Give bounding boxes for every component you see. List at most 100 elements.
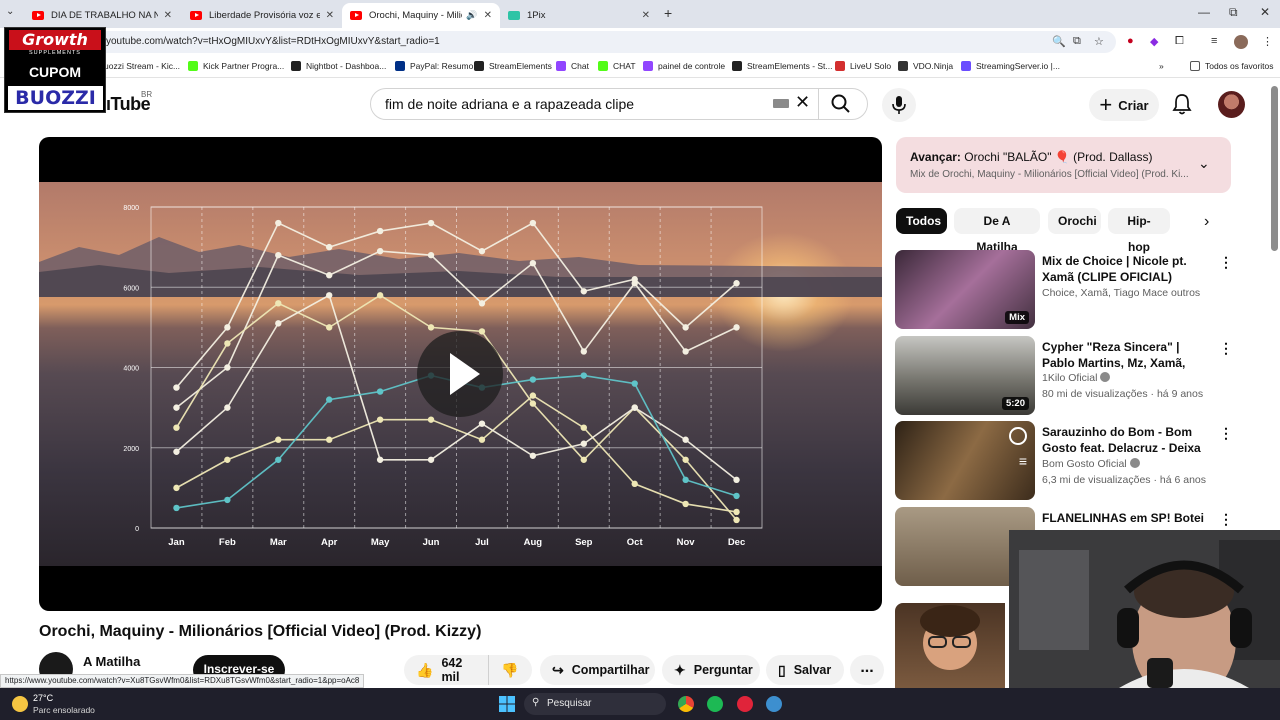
close-tab-icon[interactable]: ✕ <box>642 10 650 21</box>
weather-description[interactable]: Parc ensolarado <box>33 705 95 715</box>
search-input[interactable]: fim de noite adriana e a rapazeada clipe… <box>370 88 868 120</box>
video-thumbnail[interactable]: ≡ <box>895 421 1035 500</box>
more-actions-button[interactable]: ... <box>850 655 884 685</box>
chevron-right-icon[interactable]: › <box>1204 213 1209 231</box>
browser-tab-2[interactable]: Liberdade Provisória voz e violã ✕ <box>182 3 342 28</box>
chevron-down-icon[interactable]: ⌄ <box>1198 155 1210 172</box>
bookmark-item[interactable]: LiveU Solo <box>835 61 891 71</box>
weather-temperature[interactable]: 27°C <box>33 693 53 703</box>
duration-badge: 5:20 <box>1001 397 1029 410</box>
up-next-video: Orochi "BALÃO" 🎈 (Prod. Dallass) <box>964 150 1153 164</box>
page-scrollbar[interactable] <box>1271 86 1278 251</box>
chart-data-point <box>173 424 180 431</box>
chrome-app-icon[interactable] <box>678 696 694 712</box>
chip-de-a-matilha[interactable]: De A Matilha <box>954 208 1040 254</box>
create-button[interactable]: + Criar <box>1089 89 1159 121</box>
bookmark-item[interactable]: Chat <box>556 61 589 71</box>
bookmark-item[interactable]: painel de controle <box>643 61 725 71</box>
bookmark-item[interactable]: VDO.Ninja <box>898 61 953 71</box>
bookmark-item[interactable]: uozzi Stream - Kic... <box>104 61 180 71</box>
chart-data-point <box>682 500 689 508</box>
kebab-menu-icon[interactable]: ⋮ <box>1219 254 1233 271</box>
tab-search-icon[interactable]: ⌄ <box>6 6 14 17</box>
recommendation-item[interactable]: Mix Mix de Choice | Nicole pt. Xamã (CLI… <box>895 250 1235 330</box>
recommendation-item[interactable]: ≡ Sarauzinho do Bom - Bom Gosto feat. De… <box>895 421 1235 501</box>
close-tab-icon[interactable]: ✕ <box>326 10 334 21</box>
tab-list-icon[interactable]: ≡ <box>1211 35 1217 47</box>
bookmark-item[interactable]: Nightbot - Dashboa... <box>291 61 386 71</box>
notifications-bell-icon[interactable] <box>1172 93 1192 115</box>
play-button[interactable] <box>417 331 503 417</box>
close-tab-icon[interactable]: ✕ <box>164 10 172 21</box>
recommendation-channel: 1Kilo Oficial <box>1042 372 1111 384</box>
browser-tab-1[interactable]: DIA DE TRABALHO NA NOSSA ✕ <box>24 3 180 28</box>
search-icon[interactable] <box>831 94 851 114</box>
watch-later-icon[interactable] <box>1009 427 1027 445</box>
add-to-queue-icon[interactable]: ≡ <box>1019 453 1027 469</box>
extension-purple-icon[interactable]: ◆ <box>1150 35 1158 48</box>
kebab-menu-icon[interactable]: ⋮ <box>1219 511 1233 528</box>
bookmark-item[interactable]: StreamElements - St... <box>732 61 833 71</box>
new-tab-icon[interactable]: + <box>664 5 672 21</box>
windows-taskbar: 27°C Parc ensolarado ⚲ Pesquisar <box>0 688 1280 720</box>
recommendation-item[interactable]: 5:20 Cypher "Reza Sincera" | Pablo Marti… <box>895 336 1235 416</box>
share-button[interactable]: ↪ Compartilhar <box>540 655 655 685</box>
chip-hip-hop[interactable]: Hip-hop <box>1108 208 1170 254</box>
browser-tab-4[interactable]: 1Pix ✕ <box>500 3 658 28</box>
obs-app-icon[interactable] <box>737 696 753 712</box>
chart-data-point <box>427 416 435 423</box>
extension-red-icon[interactable]: ● <box>1127 35 1134 47</box>
install-icon[interactable]: ⧉ <box>1073 35 1081 48</box>
close-tab-icon[interactable]: ✕ <box>484 10 492 21</box>
extensions-puzzle-icon[interactable]: ⧠ <box>1175 35 1184 48</box>
chip-orochi[interactable]: Orochi <box>1048 208 1101 234</box>
clear-search-icon[interactable]: ✕ <box>795 92 810 113</box>
video-thumbnail[interactable]: 5:20 <box>895 336 1035 415</box>
taskbar-search-field[interactable]: ⚲ Pesquisar <box>524 693 666 715</box>
bookmarks-overflow-icon[interactable]: » <box>1159 61 1164 71</box>
video-player[interactable]: 0 2000 4000 6000 8000 Jan Feb Mar Apr May Jun Jul Au… <box>39 137 882 611</box>
keyboard-icon[interactable] <box>773 99 789 108</box>
video-thumbnail[interactable]: Mix <box>895 250 1035 329</box>
kebab-menu-icon[interactable]: ⋮ <box>1219 340 1233 357</box>
chart-data-point <box>529 259 537 267</box>
chart-data-point <box>376 416 384 423</box>
bookmark-item[interactable]: StreamElements <box>474 61 552 71</box>
close-window-icon[interactable]: ✕ <box>1260 5 1270 19</box>
voice-search-button[interactable] <box>882 88 916 122</box>
youtube-favicon-icon <box>190 11 202 20</box>
channel-name[interactable]: A Matilha <box>83 654 140 669</box>
url-field[interactable]: youtube.com/watch?v=tHxOgMIUxvY&list=RDt… <box>96 31 1116 53</box>
chart-data-point <box>173 484 180 492</box>
chart-x-tick-label: Feb <box>219 537 236 548</box>
bookmark-item[interactable]: PayPal: Resumo <box>395 61 473 71</box>
browser-tab-3-active[interactable]: Orochi, Maquiny - Milionár 🔊 ✕ <box>342 3 500 28</box>
save-button[interactable]: ▯ Salvar <box>766 655 844 685</box>
youtube-favicon-icon <box>32 11 44 20</box>
browser-tab-bar: ⌄ DIA DE TRABALHO NA NOSSA ✕ Liberdade P… <box>0 0 1280 28</box>
speaker-icon[interactable]: 🔊 <box>466 10 477 21</box>
bookmark-star-icon[interactable]: ☆ <box>1094 35 1104 48</box>
restore-icon[interactable]: ⧉ <box>1229 5 1238 20</box>
chart-x-tick-label: Dec <box>728 537 745 548</box>
browser-menu-icon[interactable]: ⋮ <box>1262 35 1273 48</box>
bookmark-item[interactable]: Kick Partner Progra... <box>188 61 284 71</box>
account-avatar[interactable] <box>1218 91 1245 118</box>
like-button[interactable]: 👍 642 mil <box>404 655 488 685</box>
spotify-app-icon[interactable] <box>707 696 723 712</box>
dislike-button[interactable]: 👎 <box>488 655 532 685</box>
chip-todos[interactable]: Todos <box>896 208 947 234</box>
chart-data-point <box>580 372 587 379</box>
windows-start-icon[interactable] <box>499 696 515 712</box>
zoom-icon[interactable]: 🔍 <box>1052 35 1066 48</box>
bookmark-item[interactable]: StreamingServer.io |... <box>961 61 1060 71</box>
bookmark-item[interactable]: CHAT <box>598 61 636 71</box>
kebab-menu-icon[interactable]: ⋮ <box>1219 425 1233 442</box>
minimize-icon[interactable]: — <box>1198 5 1210 19</box>
all-favorites-folder[interactable]: Todos os favoritos <box>1190 61 1274 71</box>
weather-sun-icon[interactable] <box>12 696 28 712</box>
up-next-panel[interactable]: Avançar: Orochi "BALÃO" 🎈 (Prod. Dallass… <box>896 137 1231 193</box>
ask-button[interactable]: ✦ Perguntar <box>662 655 760 685</box>
globe-app-icon[interactable] <box>766 696 782 712</box>
profile-avatar-icon[interactable] <box>1234 35 1248 49</box>
